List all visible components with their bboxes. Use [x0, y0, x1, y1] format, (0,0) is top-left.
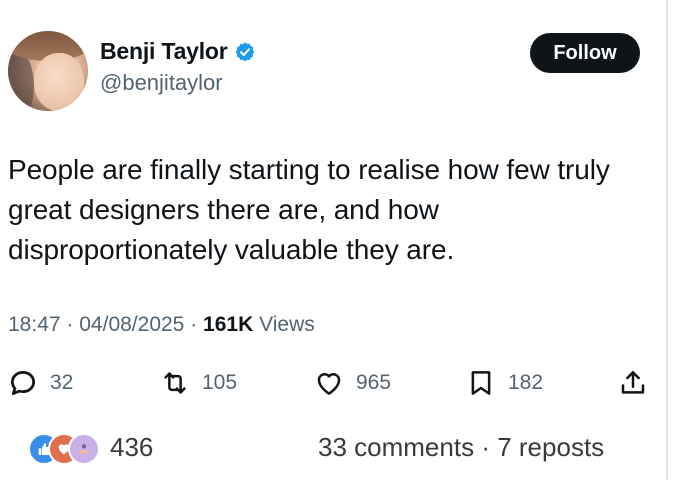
- avatar[interactable]: [8, 31, 88, 111]
- meta-separator: ·: [190, 313, 198, 336]
- reply-button[interactable]: 32: [8, 368, 73, 398]
- meta-separator: ·: [66, 313, 74, 336]
- avatar-face: [34, 53, 84, 111]
- like-button[interactable]: 965: [314, 368, 391, 398]
- support-reaction-icon: [68, 432, 100, 465]
- bookmark-count: 182: [508, 371, 544, 394]
- bookmark-button[interactable]: 182: [466, 368, 543, 398]
- author-display-name[interactable]: Benji Taylor: [100, 38, 228, 65]
- bookmark-icon: [471, 371, 491, 395]
- avatar-shadow: [8, 51, 34, 111]
- views-label: Views: [259, 313, 315, 336]
- repost-count: 105: [202, 371, 238, 394]
- share-icon: [621, 371, 645, 394]
- action-bar: 32 105 965 182: [0, 368, 665, 404]
- follow-button[interactable]: Follow: [530, 33, 640, 73]
- post-meta: 18:47 · 04/08/2025 · 161K Views: [8, 313, 315, 337]
- post-card: Benji Taylor @benjitaylor Follow People …: [0, 0, 665, 480]
- reaction-icons: [28, 432, 104, 465]
- reaction-count: 436: [110, 432, 154, 462]
- like-icon: [317, 373, 341, 395]
- repost-button[interactable]: 105: [160, 368, 237, 398]
- engagement-summary: 33 comments · 7 reposts: [318, 432, 604, 463]
- views-count: 161K: [203, 313, 254, 336]
- repost-icon: [164, 372, 186, 394]
- reply-count: 32: [50, 371, 74, 394]
- post-time[interactable]: 18:47: [8, 313, 61, 336]
- reposts-link[interactable]: 7 reposts: [497, 432, 604, 462]
- summary-separator: ·: [481, 432, 490, 462]
- divider: [666, 0, 668, 480]
- verified-badge-icon: [235, 41, 254, 61]
- author-name-row: Benji Taylor: [100, 38, 256, 65]
- reactions-summary[interactable]: 436: [28, 432, 154, 465]
- post-date[interactable]: 04/08/2025: [79, 313, 184, 336]
- share-button[interactable]: [618, 368, 648, 398]
- author-handle[interactable]: @benjitaylor: [100, 70, 223, 96]
- post-text: People are finally starting to realise h…: [8, 154, 610, 265]
- like-count: 965: [356, 371, 392, 394]
- reply-icon: [11, 371, 35, 395]
- comments-link[interactable]: 33 comments: [318, 432, 474, 462]
